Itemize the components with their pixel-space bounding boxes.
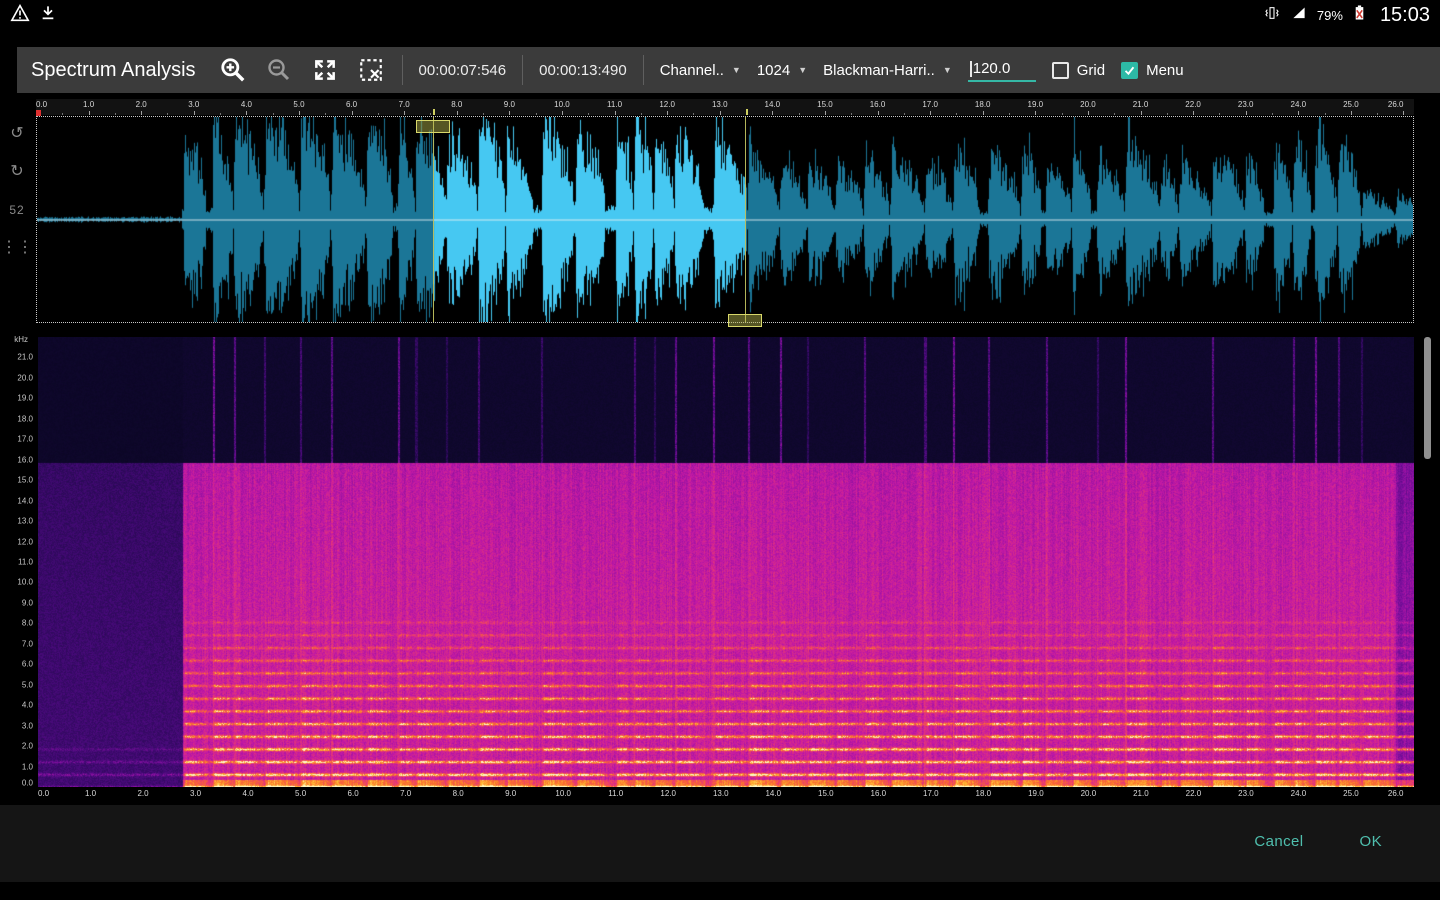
redo-icon: ↻ (10, 164, 23, 180)
status-bar: 79% 15:03 (0, 0, 1440, 30)
signal-icon (1291, 5, 1307, 25)
spectrogram-panel[interactable] (38, 337, 1414, 787)
waveform-canvas[interactable] (37, 117, 1413, 322)
edge-toolbar: ↺ ↻ 52 ⋮⋮ (3, 126, 31, 256)
warning-icon (10, 4, 30, 27)
zoom-in-button[interactable] (218, 55, 248, 85)
checkbox-checked (1121, 62, 1138, 79)
frequency-unit-label: kHz (14, 335, 28, 344)
scrollbar-thumb[interactable] (1424, 337, 1431, 459)
text-cursor (970, 61, 972, 77)
selection-start-line[interactable] (433, 117, 434, 322)
cancel-button[interactable]: Cancel (1248, 829, 1309, 854)
spectrogram-time-axis: 0.01.02.03.04.05.06.07.08.09.010.011.012… (38, 788, 1414, 801)
spectrogram-canvas[interactable] (38, 337, 1414, 787)
selection-end-handle[interactable] (728, 314, 762, 327)
battery-alert-icon (1353, 4, 1366, 26)
waveform-panel[interactable] (36, 116, 1414, 323)
clock: 15:03 (1380, 4, 1430, 27)
ok-button[interactable]: OK (1354, 829, 1388, 854)
fft-size-dropdown[interactable]: 1024 ▼ (757, 62, 807, 79)
frequency-axis: kHz 21.020.019.018.017.016.015.014.013.0… (0, 337, 36, 787)
footer-bar: Cancel OK (0, 805, 1440, 882)
chevron-down-icon: ▼ (798, 65, 807, 75)
menu-checkbox[interactable]: Menu (1121, 62, 1184, 79)
window-function-dropdown[interactable]: Blackman-Harri.. ▼ (823, 62, 952, 79)
selection-end-time: 00:00:13:490 (539, 62, 627, 79)
battery-percent: 79% (1317, 8, 1343, 23)
selection-start-handle[interactable] (416, 120, 450, 133)
undo-icon: ↺ (10, 126, 23, 142)
download-icon (40, 5, 56, 26)
chevron-down-icon: ▼ (943, 65, 952, 75)
vibrate-icon (1263, 5, 1281, 26)
zoom-level-text: 52 (9, 202, 24, 218)
chevron-down-icon: ▼ (732, 65, 741, 75)
checkbox-unchecked (1052, 62, 1069, 79)
toolbar: Spectrum Analysis 00:00:07:546 00:00:13:… (17, 47, 1440, 93)
divider (643, 55, 644, 85)
page-title: Spectrum Analysis (31, 59, 196, 82)
divider (402, 55, 403, 85)
divider (522, 55, 523, 85)
grip-icon: ⋮⋮ (1, 240, 33, 256)
expand-selection-icon[interactable] (310, 55, 340, 85)
deselect-region-icon[interactable] (356, 55, 386, 85)
selection-start-time: 00:00:07:546 (419, 62, 507, 79)
zoom-out-button[interactable] (264, 55, 294, 85)
time-ruler: 0.01.02.03.04.05.06.07.08.09.010.011.012… (36, 99, 1414, 115)
grid-checkbox[interactable]: Grid (1052, 62, 1105, 79)
selection-end-line[interactable] (745, 117, 746, 322)
channel-dropdown[interactable]: Channel.. ▼ (660, 62, 741, 79)
db-range-input[interactable]: 120.0 (968, 58, 1036, 82)
spectrum-analysis-screen: 79% 15:03 Spectrum Analysis 00:00:07:546… (0, 0, 1440, 900)
